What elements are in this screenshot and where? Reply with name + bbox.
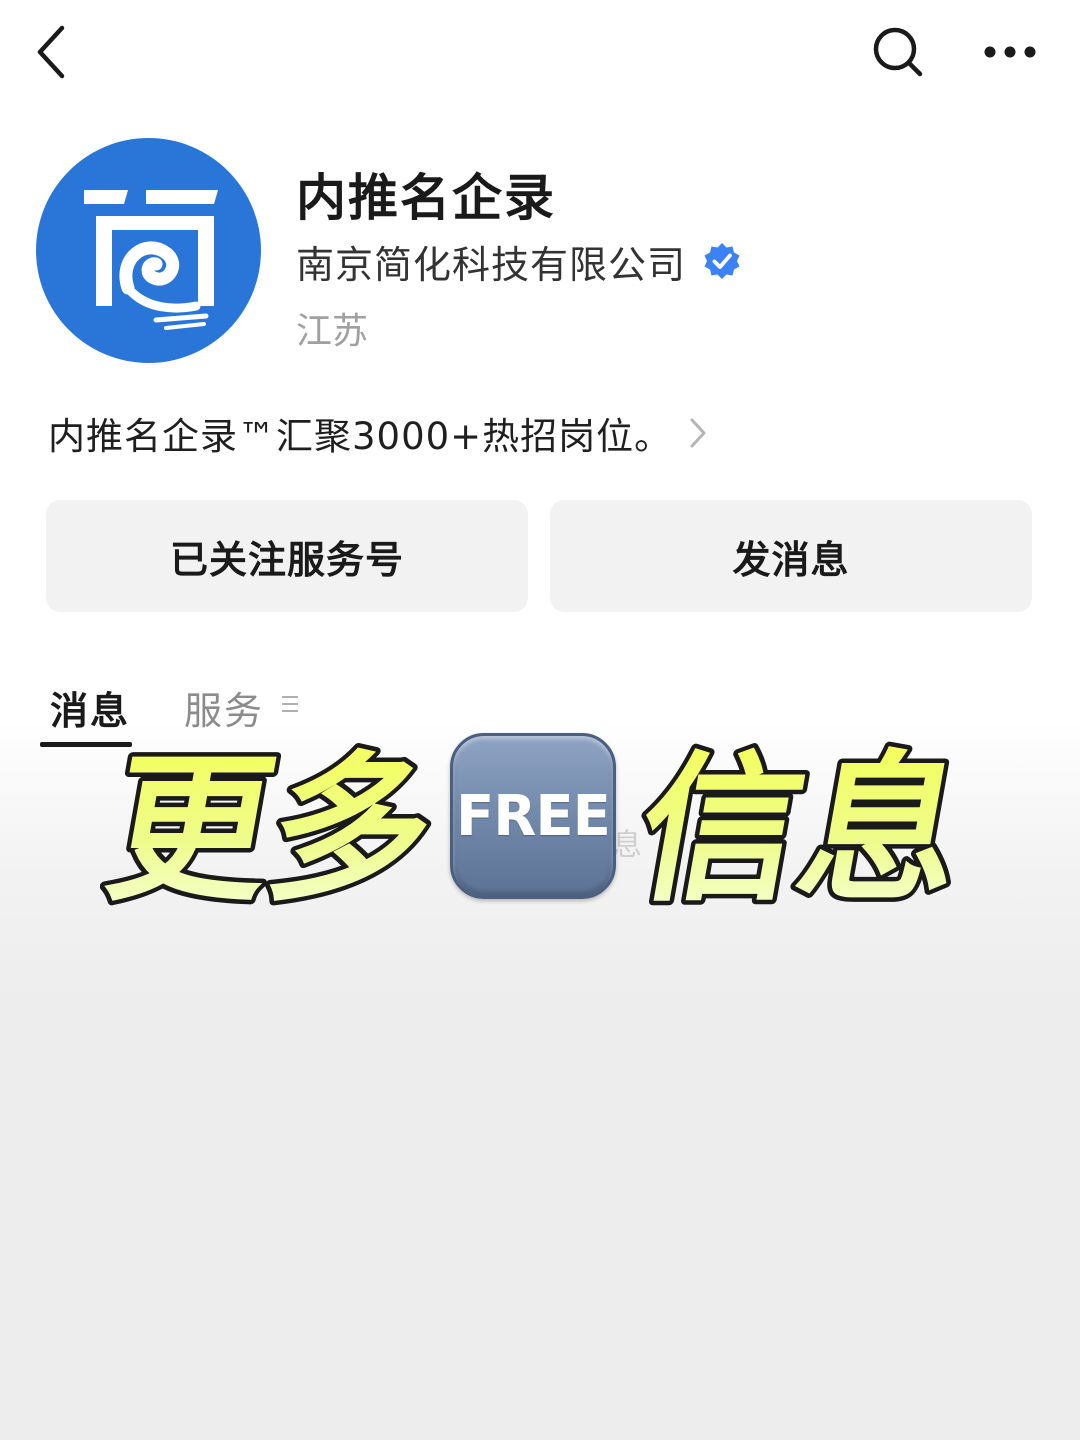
account-title: 内推名企录 [296,169,556,227]
region-label: 江苏 [296,311,369,352]
send-message-button[interactable]: 发消息 [550,500,1032,612]
back-icon[interactable] [28,22,78,82]
description-row[interactable]: 内推名企录™汇聚3000+热招岗位。 [48,408,710,458]
free-badge-label: FREE [456,783,611,849]
account-description: 内推名企录™汇聚3000+热招岗位。 [48,415,673,458]
free-badge: FREE [450,733,616,899]
banner-text-left: 更多 [100,741,447,915]
followed-button[interactable]: 已关注服务号 [46,500,528,612]
chevron-right-icon [690,418,706,448]
company-row[interactable]: 南京简化科技有限公司 [296,234,742,289]
verified-badge-icon [704,243,740,279]
banner-text-right: 信息 [626,741,977,915]
more-icon[interactable] [980,30,1040,74]
menu-lines-icon [282,696,298,712]
search-icon[interactable] [868,24,928,84]
company-name[interactable]: 南京简化科技有限公司 [296,234,686,289]
brand-logo[interactable] [36,138,261,363]
